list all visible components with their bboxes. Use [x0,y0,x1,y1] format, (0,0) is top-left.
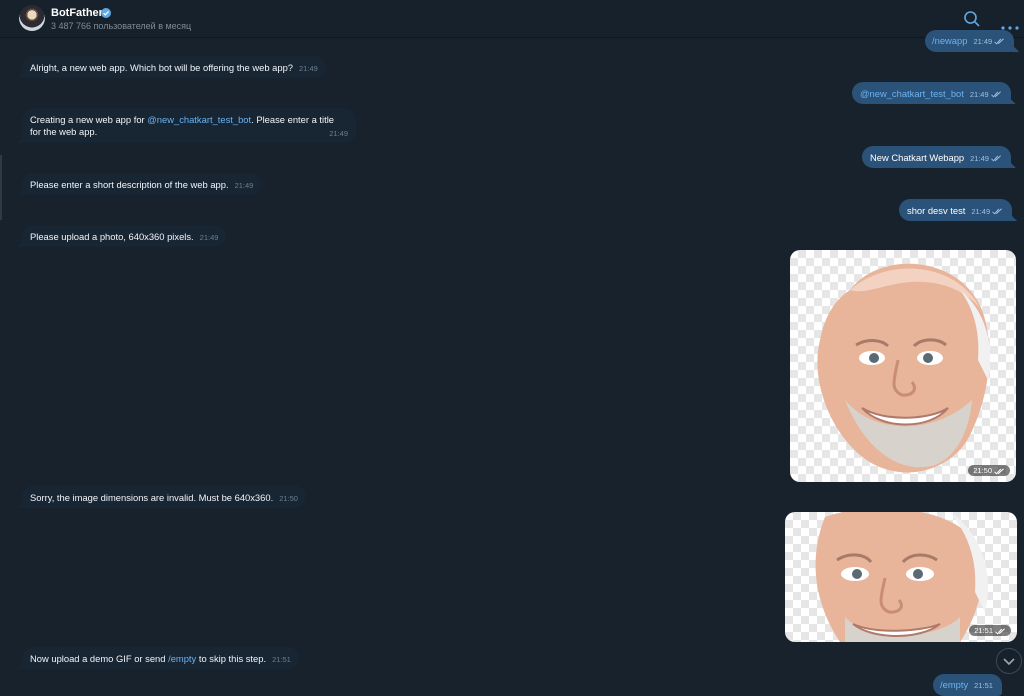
command-link[interactable]: /empty [168,653,196,664]
message-time: 21:50 [973,466,992,475]
message-text: Please enter a short description of the … [30,179,229,190]
message-time: 21:50 [279,494,298,503]
message-line-1: Creating a new web app for @new_chatkart… [30,114,348,126]
message-text[interactable]: /empty [940,679,968,690]
message-time: 21:49 [971,207,991,216]
outgoing-message[interactable]: /newapp 21:49 [925,30,1020,52]
incoming-message[interactable]: Creating a new web app for @new_chatkart… [17,108,356,143]
read-ticks-icon [992,208,1003,215]
message-time: 21:51 [974,626,993,635]
message-text: . Please enter a title [251,114,334,125]
incoming-message[interactable]: Sorry, the image dimensions are invalid.… [17,486,306,508]
bot-avatar[interactable] [19,5,45,31]
message-time: 21:49 [973,37,993,46]
message-time: 21:49 [199,233,219,242]
message-text: for the web app. [30,126,98,137]
message-text[interactable]: @new_chatkart_test_bot [860,88,964,99]
message-text: Please upload a photo, 640x360 pixels. [30,231,194,242]
bot-mention-link[interactable]: @new_chatkart_test_bot [147,114,251,125]
read-ticks-icon [991,155,1001,162]
message-text: shor desv test [907,205,966,216]
photo-message[interactable]: 21:51 [785,512,1017,642]
message-text: Sorry, the image dimensions are invalid.… [30,492,274,503]
bubble-tail [1009,213,1018,221]
face-image [815,512,989,642]
message-time: 21:49 [969,90,989,99]
message-time: 21:51 [272,655,291,664]
read-ticks-icon [994,38,1005,45]
photo-time: 21:50 [968,465,1010,476]
outgoing-message[interactable]: /empty 21:51 [933,674,1002,696]
incoming-message[interactable]: Now upload a demo GIF or send /empty to … [17,647,299,669]
bot-name[interactable]: BotFather [51,7,103,19]
incoming-message[interactable]: Please upload a photo, 640x360 pixels. 21… [17,225,227,247]
message-text: Now upload a demo GIF or send [30,653,169,664]
bubble-tail [17,135,25,143]
bubble-tail [17,500,25,508]
verified-icon [101,8,111,18]
message-text: New Chatkart Webapp [870,152,965,163]
message-time: 21:49 [299,64,318,73]
bubble-tail [1011,44,1020,52]
bubble-tail [17,239,25,247]
outgoing-message[interactable]: shor desv test 21:49 [899,199,1018,221]
bubble-tail [17,70,25,78]
message-time: 21:49 [234,181,254,190]
incoming-message[interactable]: Alright, a new web app. Which bot will b… [17,56,326,78]
message-text: Creating a new web app for [30,114,148,125]
outgoing-message[interactable]: @new_chatkart_test_bot 21:49 [852,82,1016,104]
message-text: Alright, a new web app. Which bot will b… [30,62,294,73]
bubble-tail [1007,160,1016,168]
message-text[interactable]: /newapp [932,35,967,46]
bubble-tail [1007,96,1016,104]
bubble-tail [17,187,25,195]
read-ticks-icon [994,467,1004,475]
read-ticks-icon [990,91,1001,98]
search-icon[interactable] [963,10,981,28]
scroll-down-button[interactable] [996,648,1022,674]
message-time: 21:49 [329,129,348,138]
bubble-tail [17,661,25,669]
message-time: 21:49 [970,154,989,163]
incoming-message[interactable]: Please enter a short description of the … [17,173,262,195]
read-ticks-icon [995,627,1005,635]
divider [0,155,2,220]
chevron-down-icon [1003,658,1015,666]
message-line-2: for the web app. 21:49 [30,126,348,138]
message-text: to skip this step. [196,653,267,664]
subscribers-count: 3 487 766 пользователей в месяц [51,21,192,31]
outgoing-message[interactable]: New Chatkart Webapp 21:49 [862,146,1016,168]
more-icon[interactable] [1000,17,1020,30]
photo-message[interactable]: 21:50 [790,250,1016,482]
face-image [817,263,991,473]
photo-time: 21:51 [969,625,1011,636]
chat-header: BotFather 3 487 766 пользователей в меся… [0,0,1024,38]
